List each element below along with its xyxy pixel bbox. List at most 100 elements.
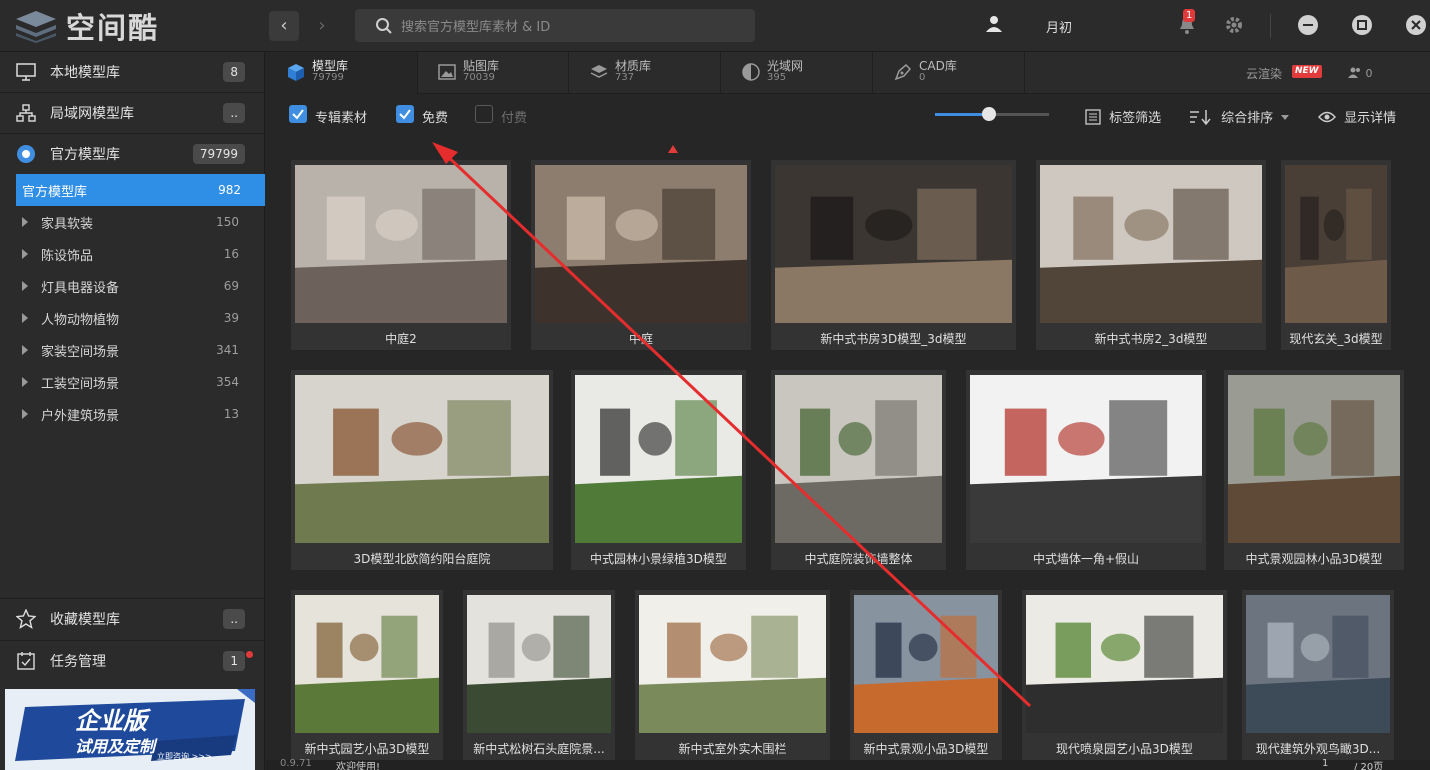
model-caption: 新中式室外实木围栏 xyxy=(678,742,787,756)
zoom-slider-handle[interactable] xyxy=(981,107,996,121)
model-thumbnail[interactable] xyxy=(970,375,1202,543)
model-thumbnail[interactable] xyxy=(775,375,942,543)
model-card[interactable]: 中式墙体一角+假山 xyxy=(966,370,1206,570)
model-card[interactable]: 中式景观园林小品3D模型 xyxy=(1224,370,1404,570)
model-thumbnail[interactable] xyxy=(295,375,549,543)
version-text: 0.9.71 xyxy=(280,758,312,769)
model-thumbnail[interactable] xyxy=(639,595,826,733)
category-official-active[interactable]: 官方模型库 982 xyxy=(16,174,265,206)
close-icon xyxy=(1411,20,1421,30)
back-button[interactable]: ‹ xyxy=(269,11,299,41)
maximize-button[interactable] xyxy=(1352,15,1372,35)
check-icon xyxy=(399,109,411,120)
category-count: 16 xyxy=(223,247,239,261)
model-card[interactable]: 新中式松树石头庭院景... xyxy=(463,590,615,760)
zoom-slider-fill xyxy=(935,113,989,116)
model-thumbnail[interactable] xyxy=(1040,165,1262,323)
caret-right-icon xyxy=(22,377,28,387)
model-card[interactable]: 新中式书房2_3d模型 xyxy=(1036,160,1266,350)
title-bar: 空间酷 ‹ › 搜索官方模型库素材 & ID 月初 1 xyxy=(0,0,1430,52)
tab-ies[interactable]: 光域网 395 xyxy=(721,52,873,94)
model-thumbnail[interactable] xyxy=(854,595,998,733)
page-input[interactable]: 1 xyxy=(1322,758,1328,769)
free-label: 免费 xyxy=(422,111,449,126)
search-icon xyxy=(376,17,392,34)
enterprise-ad-banner[interactable]: 企业版 试用及定制 立即咨询 >>> xyxy=(5,689,255,770)
cloud-render-link[interactable]: 云渲染 xyxy=(1246,65,1282,82)
model-caption: 新中式书房2_3d模型 xyxy=(1094,332,1208,346)
tag-filter-label: 标签筛选 xyxy=(1109,111,1162,126)
app-name: 空间酷 xyxy=(66,11,160,45)
tab-cad[interactable]: CAD库 0 xyxy=(873,52,1025,94)
model-card[interactable]: 现代建筑外观鸟瞰3D... xyxy=(1242,590,1394,760)
paid-checkbox[interactable] xyxy=(475,105,493,123)
search-input[interactable]: 搜索官方模型库素材 & ID xyxy=(355,9,755,42)
tab-textures[interactable]: 贴图库 70039 xyxy=(417,52,569,94)
category-item[interactable]: 人物动物植物 39 xyxy=(16,302,265,334)
model-card[interactable]: 中式园林小景绿植3D模型 xyxy=(571,370,746,570)
user-avatar-icon[interactable] xyxy=(985,15,1003,33)
new-badge: NEW xyxy=(1292,65,1322,78)
category-item[interactable]: 灯具电器设备 69 xyxy=(16,270,265,302)
tab-materials[interactable]: 材质库 737 xyxy=(569,52,721,94)
model-card[interactable]: 中庭2 xyxy=(291,160,511,350)
model-thumbnail[interactable] xyxy=(295,165,507,323)
minimize-button[interactable] xyxy=(1298,15,1318,35)
model-thumbnail[interactable] xyxy=(1026,595,1223,733)
model-thumbnail[interactable] xyxy=(1228,375,1400,543)
close-button[interactable] xyxy=(1406,15,1426,35)
model-thumbnail[interactable] xyxy=(467,595,611,733)
ad-title: 企业版 xyxy=(75,707,147,735)
model-thumbnail[interactable] xyxy=(535,165,747,323)
logo-icon xyxy=(16,11,56,43)
sidebar-item-tasks[interactable]: 任务管理 1 xyxy=(0,641,265,681)
category-label: 人物动物植物 xyxy=(41,312,120,328)
model-card[interactable]: 新中式园艺小品3D模型 xyxy=(291,590,443,760)
star-icon xyxy=(16,609,36,629)
category-item[interactable]: 户外建筑场景 13 xyxy=(16,398,265,430)
free-checkbox[interactable] xyxy=(396,105,414,123)
model-thumbnail[interactable] xyxy=(295,595,439,733)
gear-icon[interactable] xyxy=(1225,16,1243,34)
model-caption: 中式墙体一角+假山 xyxy=(1032,552,1140,566)
model-thumbnail[interactable] xyxy=(775,165,1012,323)
sidebar-item-local[interactable]: 本地模型库 8 xyxy=(0,52,265,92)
model-thumbnail[interactable] xyxy=(1246,595,1390,733)
model-card[interactable]: 现代喷泉园艺小品3D模型 xyxy=(1022,590,1227,760)
category-label: 家装空间场景 xyxy=(41,344,120,360)
show-details-button[interactable]: 显示详情 xyxy=(1318,107,1396,126)
model-thumbnail[interactable] xyxy=(1285,165,1387,323)
user-name[interactable]: 月初 xyxy=(1046,17,1072,36)
album-checkbox[interactable] xyxy=(289,105,307,123)
model-card[interactable]: 中式庭院装饰墙整体 xyxy=(771,370,946,570)
tab-count: 70039 xyxy=(463,72,495,83)
model-card[interactable]: 中庭 xyxy=(531,160,751,350)
model-card[interactable]: 新中式书房3D模型_3d模型 xyxy=(771,160,1016,350)
category-count: 13 xyxy=(223,407,239,421)
album-label: 专辑素材 xyxy=(315,111,368,126)
model-thumbnail[interactable] xyxy=(575,375,742,543)
category-count: 150 xyxy=(216,215,239,229)
sidebar-item-official[interactable]: 官方模型库 79799 xyxy=(0,134,265,174)
model-card[interactable]: 新中式景观小品3D模型 xyxy=(850,590,1002,760)
tab-models[interactable]: 模型库 79799 xyxy=(266,52,418,94)
model-grid: 中庭2 中庭 新中式书房3D模型_3d模型 新中式书房2_3d模型 现代玄关_3d模型 3… xyxy=(266,135,1430,760)
category-item[interactable]: 陈设饰品 16 xyxy=(16,238,265,270)
model-card[interactable]: 新中式室外实木围栏 xyxy=(635,590,830,760)
caret-right-icon xyxy=(22,281,28,291)
sort-dropdown[interactable]: 综合排序 xyxy=(1189,107,1290,126)
forward-button[interactable]: › xyxy=(307,11,337,41)
show-details-label: 显示详情 xyxy=(1344,111,1397,126)
sidebar-item-favorites[interactable]: 收藏模型库 .. xyxy=(0,599,265,639)
category-item[interactable]: 工装空间场景 354 xyxy=(16,366,265,398)
model-card[interactable]: 3D模型北欧简约阳台庭院 xyxy=(291,370,553,570)
category-item[interactable]: 家具软装 150 xyxy=(16,206,265,238)
caret-right-icon xyxy=(22,217,28,227)
sidebar-item-lan[interactable]: 局域网模型库 .. xyxy=(0,93,265,133)
tag-filter-button[interactable]: 标签筛选 xyxy=(1085,107,1161,126)
model-card[interactable]: 现代玄关_3d模型 xyxy=(1281,160,1391,350)
category-item[interactable]: 家装空间场景 341 xyxy=(16,334,265,366)
friends-counter[interactable]: 0 xyxy=(1348,66,1373,80)
search-placeholder: 搜索官方模型库素材 & ID xyxy=(401,20,551,35)
model-caption: 现代建筑外观鸟瞰3D... xyxy=(1255,742,1381,756)
